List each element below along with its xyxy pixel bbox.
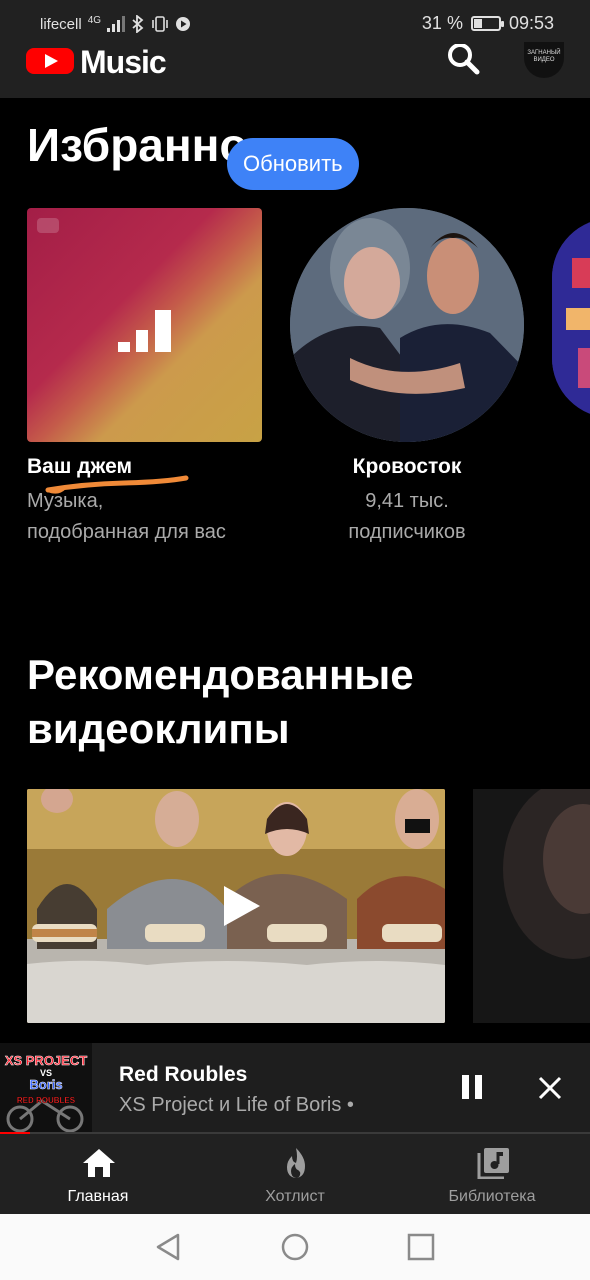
signal-icon [107,16,126,32]
status-left: lifecell 4G [40,15,191,33]
recents-icon[interactable] [406,1232,436,1262]
artist-subscribers-label: подписчиков [348,521,466,543]
mini-player-track: Red Roubles [119,1063,248,1086]
status-bar: lifecell 4G 31 % 09:53 [0,0,590,50]
home-icon [83,1149,115,1177]
video-thumbnail-next[interactable] [473,789,590,1023]
fire-icon [287,1148,305,1178]
search-icon [448,43,480,75]
system-nav-bar [0,1214,590,1280]
home-circle-icon[interactable] [280,1232,310,1262]
vibrate-icon [152,16,168,32]
jam-subtitle-line1: Музыка, [27,490,104,512]
recommended-title: Рекомендованные видеоклипы [27,648,414,756]
close-icon[interactable] [538,1076,562,1100]
recommended-title-line1: Рекомендованные [27,651,414,698]
nav-library[interactable]: Библиотека [394,1134,590,1214]
bluetooth-icon [132,15,144,33]
library-icon [477,1148,509,1179]
battery-percent: 31 % [421,13,463,33]
nav-hotlist-label: Хотлист [265,1188,325,1205]
battery-icon [470,16,504,31]
recommended-title-line2: видеоклипы [27,705,290,752]
avatar[interactable]: ЗАГНАНЫЙ ВИДЕО [524,42,564,78]
artist-photo-krovostok[interactable] [290,208,524,442]
back-icon[interactable] [154,1232,184,1262]
refresh-button[interactable]: Обновить [227,138,359,190]
bars-icon [118,310,171,352]
brand-name: Music [80,44,167,80]
app-header: Music ЗАГНАНЫЙ ВИДЕО [0,42,590,98]
artist-subtitle: 9,41 тыс. подписчиков [290,486,524,548]
art-text-3: Boris [29,1077,62,1092]
network-indicator: 4G [87,14,102,26]
art-text-1: XS PROJECT [5,1053,87,1068]
search-button[interactable] [446,43,486,80]
nav-hotlist[interactable]: Хотлист [197,1134,393,1214]
jam-subtitle: Музыка, подобранная для вас [27,486,226,548]
next-favorite-card[interactable] [552,218,590,418]
battery-level [473,19,482,28]
clock: 09:53 [508,13,554,33]
favorites-title: Избранно [27,119,248,171]
nav-library-label: Библиотека [448,1188,536,1205]
mini-player[interactable]: XS PROJECT VS Boris RED ROUBLES Red Roub… [0,1043,590,1133]
avatar-text: ЗАГНАНЫЙ ВИДЕО [527,50,561,63]
jam-subtitle-line2: подобранная для вас [27,521,226,543]
artist-title: Кровосток [352,455,462,478]
youtube-watermark-icon [37,218,59,233]
carrier-name: lifecell [40,15,82,33]
youtube-logo-icon [26,48,74,74]
nav-home-label: Главная [67,1188,129,1205]
play-icon[interactable] [222,884,262,928]
art-text-4: RED ROUBLES [17,1096,76,1105]
mini-player-artwork: XS PROJECT VS Boris RED ROUBLES [0,1043,92,1133]
media-playing-icon [176,17,191,31]
status-right: 31 % 09:53 [422,13,554,34]
pause-icon[interactable] [460,1074,484,1100]
bottom-nav: Главная Хотлист Библиотека [0,1134,590,1214]
artist-subscribers: 9,41 тыс. [365,490,449,512]
mini-player-artist: XS Project и Life of Boris • [119,1094,354,1116]
nav-home[interactable]: Главная [0,1134,196,1214]
